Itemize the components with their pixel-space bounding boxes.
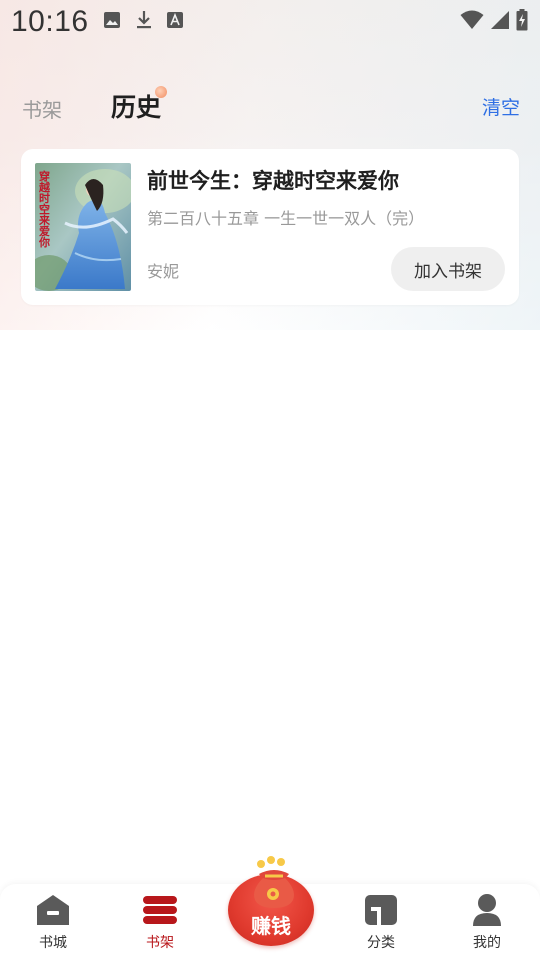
tab-bookshelf[interactable]: 书架 [22, 94, 62, 123]
download-icon [135, 10, 153, 34]
tab-active-indicator [155, 86, 167, 98]
nav-label-category: 分类 [367, 935, 395, 951]
book-cover-title: 穿越时空来爱你 [39, 170, 50, 249]
nav-item-store[interactable]: 书城 [13, 892, 93, 956]
book-author: 安妮 [147, 262, 180, 281]
wifi-icon [460, 10, 484, 34]
category-icon [363, 892, 399, 928]
signal-icon [490, 10, 510, 34]
nav-label-bookshelf: 书架 [146, 935, 174, 951]
book-title[interactable]: 前世今生：穿越时空来爱你 [147, 165, 399, 195]
bookshelf-icon [142, 892, 178, 928]
history-book-card[interactable]: 穿越时空来爱你 前世今生：穿越时空来爱你 第二百八十五章 一生一世一双人（完） … [21, 149, 519, 305]
store-icon [35, 892, 71, 928]
status-icons-right [460, 9, 528, 35]
status-bar: 10:16 [0, 0, 540, 44]
nav-label-mine: 我的 [473, 935, 501, 951]
battery-charging-icon [516, 9, 528, 35]
status-time: 10:16 [11, 5, 89, 38]
header: 书架 历史 清空 [0, 80, 540, 134]
image-icon [103, 11, 121, 33]
font-icon [166, 12, 183, 32]
nav-item-mine[interactable]: 我的 [447, 892, 527, 956]
earn-money-label: 赚钱 [251, 914, 291, 938]
earn-money-button[interactable]: 赚钱 [227, 856, 315, 946]
user-icon [469, 892, 505, 928]
add-to-shelf-button[interactable]: 加入书架 [391, 247, 505, 291]
tab-history[interactable]: 历史 [111, 88, 161, 124]
book-last-chapter: 第二百八十五章 一生一世一双人（完） [147, 209, 425, 228]
status-icons-left [103, 10, 183, 34]
nav-item-bookshelf[interactable]: 书架 [120, 892, 200, 956]
book-cover-image[interactable]: 穿越时空来爱你 [35, 163, 131, 291]
money-bag-icon [249, 856, 299, 908]
nav-label-store: 书城 [39, 935, 67, 951]
clear-button[interactable]: 清空 [482, 93, 520, 120]
nav-item-category[interactable]: 分类 [341, 892, 421, 956]
